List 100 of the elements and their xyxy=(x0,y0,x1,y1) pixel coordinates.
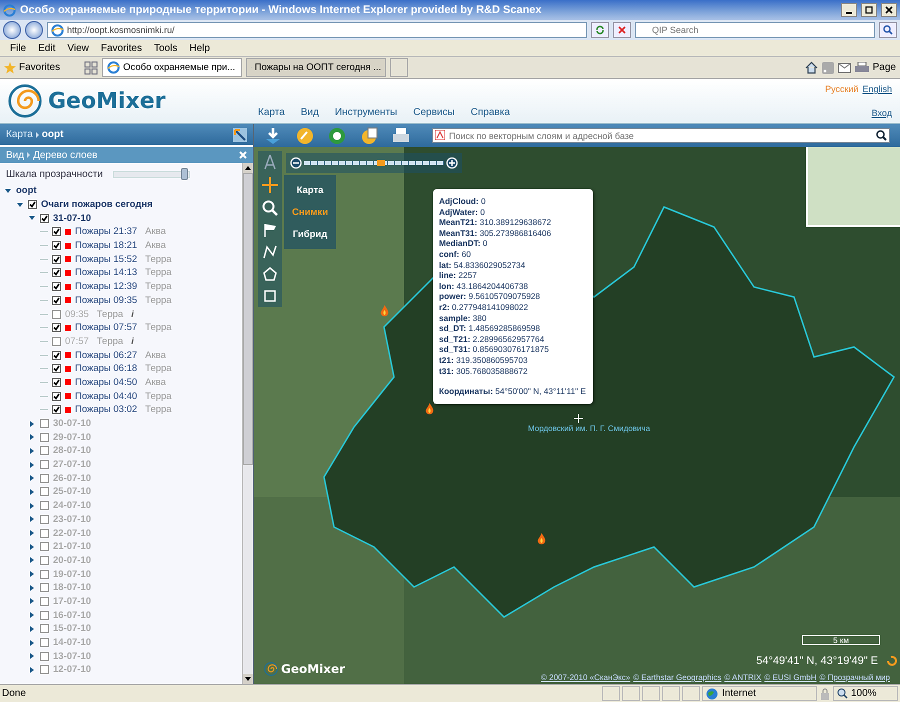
nav-menu-item[interactable]: Справка xyxy=(470,107,510,118)
layer-label[interactable]: Пожары 12:39 xyxy=(75,281,138,292)
mail-icon[interactable] xyxy=(838,62,851,72)
nav-menu-item[interactable]: Инструменты xyxy=(334,107,398,118)
base-layer-option[interactable]: Снимки xyxy=(284,201,336,223)
menu-item[interactable]: Favorites xyxy=(100,42,142,54)
layer-checkbox[interactable] xyxy=(52,282,61,292)
printer-icon[interactable] xyxy=(854,62,869,74)
date-checkbox[interactable] xyxy=(40,556,49,565)
home-icon[interactable] xyxy=(804,61,818,74)
zoom-slider[interactable] xyxy=(304,161,444,165)
layer-checkbox[interactable] xyxy=(52,323,61,332)
expand-arrow-icon[interactable] xyxy=(28,542,36,551)
nav-menu-item[interactable]: Карта xyxy=(258,107,285,118)
collapse-arrow-icon[interactable] xyxy=(16,200,24,209)
layer-label[interactable]: Пожары 09:35 xyxy=(75,294,138,306)
layer-label[interactable]: Пожары 07:57 xyxy=(75,322,138,334)
resize-arrows-icon[interactable] xyxy=(233,128,247,142)
image-checkbox[interactable] xyxy=(52,336,61,346)
fire-marker-icon[interactable] xyxy=(380,305,389,317)
layer-checkbox[interactable] xyxy=(52,241,61,250)
fire-marker-icon[interactable] xyxy=(425,403,434,415)
layer-label[interactable]: Пожары 21:37 xyxy=(75,226,138,238)
menu-item[interactable]: Edit xyxy=(38,42,56,54)
language-link[interactable]: English xyxy=(862,84,892,94)
expand-arrow-icon[interactable] xyxy=(28,597,36,606)
info-link[interactable]: i xyxy=(131,336,134,346)
forward-button[interactable] xyxy=(25,21,43,39)
layer-label[interactable]: Пожары 04:50 xyxy=(75,376,138,388)
date-checkbox[interactable] xyxy=(40,214,49,223)
date-checkbox[interactable] xyxy=(40,583,49,592)
fire-marker-icon[interactable] xyxy=(537,533,546,545)
menu-item[interactable]: Tools xyxy=(154,42,178,54)
globe-document-icon[interactable] xyxy=(360,126,378,144)
attribution-link[interactable]: © EUSI GmbH xyxy=(764,673,816,682)
minimize-icon[interactable] xyxy=(841,3,857,17)
attribution-link[interactable]: © ANTRIX xyxy=(724,673,762,682)
layer-checkbox[interactable] xyxy=(52,268,61,278)
zoom-out-icon[interactable] xyxy=(290,157,302,169)
date-checkbox[interactable] xyxy=(40,638,49,648)
layer-checkbox[interactable] xyxy=(52,392,61,401)
address-field[interactable]: http://oopt.kosmosnimki.ru/ xyxy=(47,22,587,38)
menu-item[interactable]: File xyxy=(10,42,26,54)
download-icon[interactable] xyxy=(264,126,282,144)
date-checkbox[interactable] xyxy=(40,570,49,579)
layer-label[interactable]: Пожары 14:13 xyxy=(75,267,138,278)
layer-label[interactable]: Пожары 03:02 xyxy=(75,404,138,416)
layer-checkbox[interactable] xyxy=(28,200,37,210)
expand-arrow-icon[interactable] xyxy=(28,638,36,647)
group-label[interactable]: Очаги пожаров сегодня xyxy=(41,199,153,210)
search-field[interactable]: QIP Search xyxy=(635,22,875,38)
attribution-link[interactable]: © Прозрачный мир xyxy=(819,673,890,682)
layer-label[interactable]: Пожары 06:18 xyxy=(75,363,138,374)
base-layer-option[interactable]: Карта xyxy=(284,179,336,201)
favorites-button[interactable]: Favorites xyxy=(4,62,80,74)
compass-icon[interactable] xyxy=(262,154,278,170)
back-button[interactable] xyxy=(3,21,21,39)
date-checkbox[interactable] xyxy=(40,514,49,524)
date-checkbox[interactable] xyxy=(40,460,49,470)
menu-item[interactable]: View xyxy=(67,42,89,54)
refresh-icon[interactable] xyxy=(886,655,897,666)
pan-arrows-icon[interactable] xyxy=(261,176,279,194)
layer-checkbox[interactable] xyxy=(52,378,61,387)
expand-arrow-icon[interactable] xyxy=(28,446,36,455)
info-link[interactable]: i xyxy=(131,309,134,320)
expand-arrow-icon[interactable] xyxy=(28,611,36,620)
date-checkbox[interactable] xyxy=(40,610,49,620)
polyline-icon[interactable] xyxy=(262,244,278,260)
breadcrumb-link[interactable]: Карта xyxy=(6,129,33,140)
base-layer-option[interactable]: Гибрид xyxy=(284,223,336,245)
zoom-icon[interactable] xyxy=(262,200,278,216)
expand-arrow-icon[interactable] xyxy=(28,474,36,482)
layer-checkbox[interactable] xyxy=(52,296,61,305)
layer-checkbox[interactable] xyxy=(52,254,61,264)
layer-label[interactable]: Пожары 15:52 xyxy=(75,254,138,265)
collapse-arrow-icon[interactable] xyxy=(4,186,12,195)
date-checkbox[interactable] xyxy=(40,474,49,483)
layer-label[interactable]: Пожары 06:27 xyxy=(75,350,138,361)
expand-arrow-icon[interactable] xyxy=(28,433,36,442)
expand-arrow-icon[interactable] xyxy=(28,420,36,428)
close-icon[interactable] xyxy=(881,3,897,17)
scroll-down-icon[interactable] xyxy=(245,677,251,681)
date-checkbox[interactable] xyxy=(40,419,49,428)
date-checkbox[interactable] xyxy=(40,446,49,456)
slider-thumb[interactable] xyxy=(181,168,188,180)
page-menu[interactable]: Page xyxy=(872,62,896,73)
nav-menu-item[interactable]: Сервисы xyxy=(413,107,455,118)
zoom-level-button[interactable]: 100% xyxy=(833,686,898,701)
date-checkbox[interactable] xyxy=(40,528,49,538)
date-checkbox[interactable] xyxy=(40,487,49,496)
search-icon[interactable] xyxy=(876,130,887,141)
tab-grid-icon[interactable] xyxy=(84,60,98,74)
tree-node-label[interactable]: oopt xyxy=(16,185,37,196)
expand-arrow-icon[interactable] xyxy=(28,515,36,524)
expand-arrow-icon[interactable] xyxy=(28,570,36,578)
zoom-slider-thumb[interactable] xyxy=(377,160,385,166)
opacity-slider[interactable] xyxy=(112,170,190,178)
date-checkbox[interactable] xyxy=(40,501,49,510)
layer-checkbox[interactable] xyxy=(52,364,61,374)
browser-tab[interactable]: Особо охраняемые при... xyxy=(102,58,242,77)
